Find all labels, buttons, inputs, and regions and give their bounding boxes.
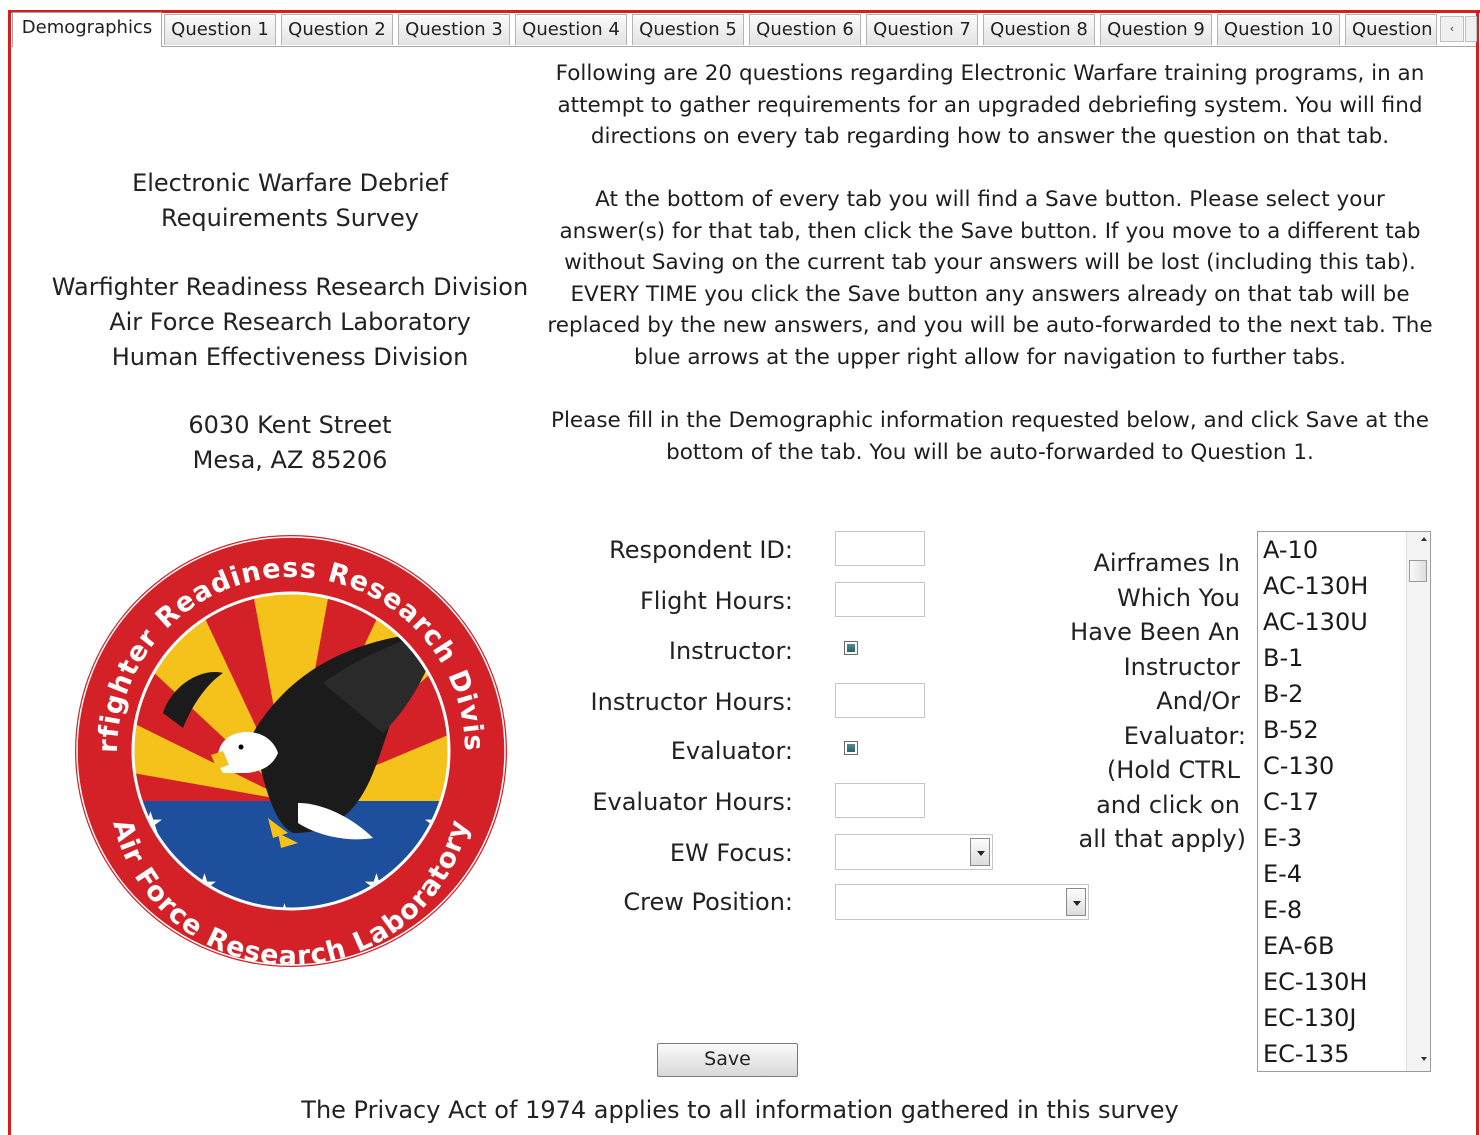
chevron-down-icon[interactable] xyxy=(970,838,990,866)
instructions-paragraph-2: At the bottom of every tab you will find… xyxy=(545,184,1435,373)
instructions-line: EVERY TIME you click the Save button any… xyxy=(570,281,1410,307)
airframes-label-line: and click on xyxy=(1096,790,1240,819)
tab-question-3[interactable]: Question 3 xyxy=(398,14,510,45)
instructions-line: answer(s) for that tab, then click the S… xyxy=(559,218,1421,244)
tab-question-11[interactable]: Question xyxy=(1345,14,1437,45)
tab-question-8[interactable]: Question 8 xyxy=(983,14,1095,45)
list-item[interactable]: EC-130H xyxy=(1263,964,1367,1000)
list-item[interactable]: E-8 xyxy=(1263,892,1302,928)
instructions-line: bottom of the tab. You will be auto-forw… xyxy=(666,439,1314,465)
instructor-hours-label: Instructor Hours: xyxy=(590,688,793,716)
instructions-line: directions on every tab regarding how to… xyxy=(590,124,1390,149)
airframes-label-line: Instructor xyxy=(1123,652,1240,681)
list-item[interactable]: E-3 xyxy=(1263,820,1302,856)
tab-question-7[interactable]: Question 7 xyxy=(866,14,978,45)
tab-scroll-right-icon[interactable] xyxy=(1465,16,1477,42)
address-line-2: Mesa, AZ 85206 xyxy=(192,446,388,474)
list-item[interactable]: B-52 xyxy=(1263,712,1319,748)
instructions-paragraph-3: Please fill in the Demographic informati… xyxy=(545,405,1435,468)
list-item[interactable]: C-17 xyxy=(1263,784,1319,820)
instructions-line: replaced by the new answers, and you wil… xyxy=(547,313,1433,338)
airframes-label-line: Which You xyxy=(1116,583,1240,612)
instructor-checkbox[interactable] xyxy=(844,641,858,655)
crew-position-dropdown[interactable] xyxy=(835,884,1089,920)
ew-focus-dropdown[interactable] xyxy=(835,834,993,870)
evaluator-label: Evaluator: xyxy=(670,737,793,765)
list-item[interactable]: B-1 xyxy=(1263,640,1303,676)
tab-scroll-left-icon[interactable]: ‹ xyxy=(1440,16,1464,42)
list-item[interactable]: A-10 xyxy=(1263,532,1318,568)
airframes-label-line: And/Or xyxy=(1156,687,1240,715)
survey-title: Electronic Warfare Debrief Requirements … xyxy=(40,166,540,236)
tab-question-2[interactable]: Question 2 xyxy=(281,14,393,45)
list-item[interactable]: E-4 xyxy=(1263,856,1302,892)
instructions-paragraph-1: Following are 20 questions regarding Ele… xyxy=(545,58,1435,153)
instructions-line: At the bottom of every tab you will find… xyxy=(595,187,1385,212)
instructions-line: attempt to gather requirements for an up… xyxy=(557,92,1423,118)
afrl-seal-logo: ★★ ★★ ★ Warfighter Readiness Research Di… xyxy=(73,533,507,969)
ew-focus-label: EW Focus: xyxy=(669,839,793,867)
airframes-label: Airframes In Which You Have Been An Inst… xyxy=(1060,546,1246,857)
organization-block: Warfighter Readiness Research Division A… xyxy=(40,270,540,375)
save-button[interactable]: Save xyxy=(657,1043,798,1077)
tab-strip-baseline xyxy=(11,46,1476,47)
tab-question-4[interactable]: Question 4 xyxy=(515,14,627,45)
survey-title-line-1: Electronic Warfare Debrief xyxy=(132,169,448,197)
list-item[interactable]: EA-6B xyxy=(1263,928,1334,964)
tab-question-6[interactable]: Question 6 xyxy=(749,14,861,45)
airframes-label-line: Have Been An xyxy=(1070,618,1240,646)
flight-hours-input[interactable] xyxy=(835,582,925,617)
airframes-label-line: Airframes In xyxy=(1093,549,1240,577)
instructions-line: without Saving on the current tab your a… xyxy=(564,250,1416,275)
address-line-1: 6030 Kent Street xyxy=(188,411,392,439)
window-border-right xyxy=(1476,10,1479,1135)
evaluator-hours-label: Evaluator Hours: xyxy=(592,788,793,816)
evaluator-checkbox[interactable] xyxy=(844,741,858,755)
scroll-up-arrow-icon[interactable] xyxy=(1421,537,1427,541)
list-item[interactable]: B-2 xyxy=(1263,676,1303,712)
tab-question-9[interactable]: Question 9 xyxy=(1100,14,1212,45)
scroll-thumb[interactable] xyxy=(1409,560,1427,582)
tab-question-1[interactable]: Question 1 xyxy=(164,14,276,45)
instructions-line: blue arrows at the upper right allow for… xyxy=(634,344,1346,370)
flight-hours-label: Flight Hours: xyxy=(639,587,793,615)
list-item[interactable]: C-130 xyxy=(1263,748,1334,784)
chevron-down-icon[interactable] xyxy=(1066,888,1086,916)
scroll-down-arrow-icon[interactable] xyxy=(1421,1057,1427,1061)
organization-line-1: Warfighter Readiness Research Division xyxy=(51,273,529,301)
airframes-label-line: Evaluator: xyxy=(1123,721,1246,750)
list-item[interactable]: EC-135 xyxy=(1263,1036,1349,1071)
address-block: 6030 Kent Street Mesa, AZ 85206 xyxy=(40,408,540,478)
crew-position-label: Crew Position: xyxy=(623,888,793,916)
airframes-label-line: all that apply) xyxy=(1078,825,1246,853)
tab-demographics[interactable]: Demographics xyxy=(12,12,162,47)
tab-question-5[interactable]: Question 5 xyxy=(632,14,744,45)
window-border-top xyxy=(8,10,1480,13)
organization-line-3: Human Effectiveness Division xyxy=(111,343,469,371)
tab-question-10[interactable]: Question 10 xyxy=(1217,14,1340,45)
instructor-hours-input[interactable] xyxy=(835,683,925,718)
respondent-id-label: Respondent ID: xyxy=(609,536,793,564)
window-border-left xyxy=(8,10,11,1135)
list-item[interactable]: EC-130J xyxy=(1263,1000,1356,1036)
instructor-label: Instructor: xyxy=(668,637,793,665)
list-item[interactable]: AC-130U xyxy=(1263,604,1368,640)
airframes-label-line: (Hold CTRL xyxy=(1106,756,1240,784)
airframes-listbox[interactable]: A-10 AC-130H AC-130U B-1 B-2 B-52 C-130 … xyxy=(1257,531,1431,1072)
listbox-scrollbar[interactable] xyxy=(1406,532,1430,1071)
respondent-id-input[interactable] xyxy=(835,531,925,566)
list-item[interactable]: AC-130H xyxy=(1263,568,1368,604)
instructions-line: Following are 20 questions regarding Ele… xyxy=(555,61,1425,86)
privacy-notice: The Privacy Act of 1974 applies to all i… xyxy=(301,1096,1179,1124)
survey-title-line-2: Requirements Survey xyxy=(161,204,419,232)
instructions-line: Please fill in the Demographic informati… xyxy=(550,408,1430,433)
evaluator-hours-input[interactable] xyxy=(835,783,925,818)
organization-line-2: Air Force Research Laboratory xyxy=(109,308,471,336)
